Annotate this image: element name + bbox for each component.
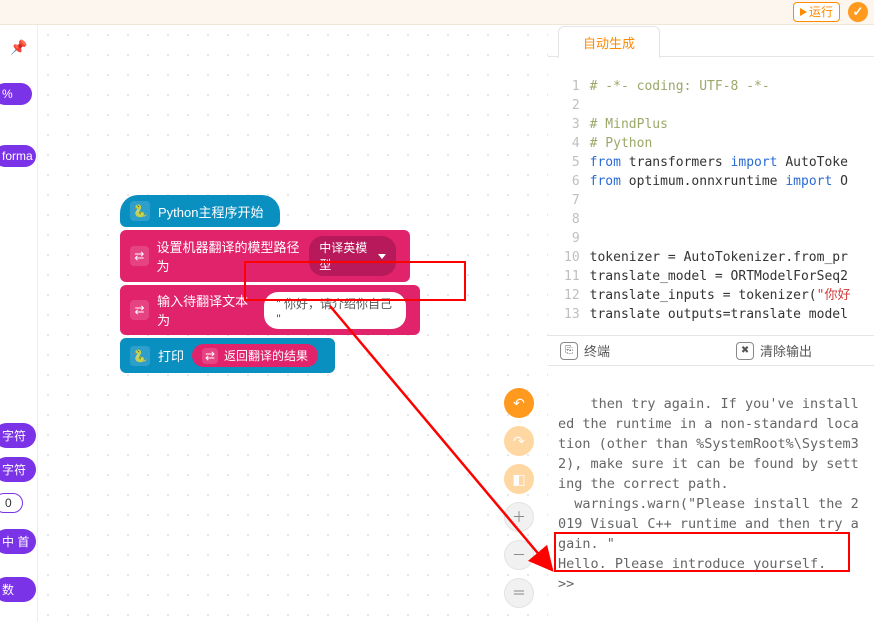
category-pill[interactable]: %	[0, 83, 32, 105]
clear-icon: ✖	[736, 342, 754, 360]
block-return-result[interactable]: ⇄ 返回翻译的结果	[192, 344, 318, 367]
category-pill[interactable]: 中 首	[0, 529, 36, 554]
category-pill[interactable]: 字符	[0, 423, 36, 448]
code-gutter: 12345678910111213	[548, 77, 590, 335]
block-print[interactable]: 🐍 打印 ⇄ 返回翻译的结果	[120, 338, 335, 373]
link-icon: ⎘	[560, 342, 578, 360]
terminal-output: then try again. If you've installed the …	[558, 396, 859, 592]
category-pill[interactable]: 字符	[0, 457, 36, 482]
play-icon	[800, 8, 807, 16]
undo-button[interactable]: ↶	[504, 388, 534, 418]
block-set-model[interactable]: ⇄ 设置机器翻译的模型路径为 中译英模型	[120, 230, 410, 282]
category-pill[interactable]: 数	[0, 577, 36, 602]
translate-icon: ⇄	[130, 300, 149, 320]
run-label: 运行	[809, 3, 833, 21]
crop-button[interactable]: ◧	[504, 464, 534, 494]
block-label: 设置机器翻译的模型路径为	[157, 237, 302, 275]
block-start[interactable]: 🐍 Python主程序开始	[120, 195, 280, 227]
python-icon: 🐍	[130, 346, 150, 366]
fit-button[interactable]: ＝	[504, 578, 534, 608]
block-label: 打印	[158, 346, 184, 365]
translate-icon: ⇄	[130, 246, 149, 266]
block-label: 输入待翻译文本为	[157, 291, 256, 329]
canvas-tools: ↶ ↷ ◧ ＋ － ＝	[504, 388, 534, 608]
block-canvas[interactable]: 🐍 Python主程序开始 ⇄ 设置机器翻译的模型路径为 中译英模型 ⇄ 输入待…	[38, 25, 548, 622]
python-icon: 🐍	[130, 201, 150, 221]
category-pill[interactable]: forma	[0, 145, 36, 167]
inner-label: 返回翻译的结果	[224, 347, 308, 364]
right-pane: 自动生成 12345678910111213 # -*- coding: UTF…	[548, 25, 874, 622]
code-body: # -*- coding: UTF-8 -*-# MindPlus# Pytho…	[590, 77, 857, 335]
zoom-in-button[interactable]: ＋	[504, 502, 534, 532]
terminal-title[interactable]: ⎘ 终端	[560, 341, 610, 360]
block-stack: 🐍 Python主程序开始 ⇄ 设置机器翻译的模型路径为 中译英模型 ⇄ 输入待…	[120, 195, 420, 376]
run-button[interactable]: 运行	[793, 2, 840, 22]
tab-auto-generate[interactable]: 自动生成	[558, 26, 660, 58]
input-text-field[interactable]: " 你好，请介绍你自己 "	[264, 292, 406, 329]
clear-output-button[interactable]: ✖ 清除输出	[736, 341, 812, 360]
pin-icon[interactable]: 📌	[10, 39, 27, 56]
zoom-out-button[interactable]: －	[504, 540, 534, 570]
translate-icon: ⇄	[202, 348, 218, 364]
dropdown-value: 中译英模型	[319, 239, 374, 273]
terminal-header: ⎘ 终端 ✖ 清除输出	[548, 335, 874, 366]
model-dropdown[interactable]: 中译英模型	[309, 236, 396, 276]
topbar: 运行 ✓	[0, 0, 874, 25]
redo-button[interactable]: ↷	[504, 426, 534, 456]
tab-row: 自动生成	[548, 25, 874, 57]
status-check-icon[interactable]: ✓	[848, 2, 868, 22]
block-label: Python主程序开始	[158, 202, 263, 221]
count-badge: 0	[0, 493, 23, 513]
code-editor[interactable]: 12345678910111213 # -*- coding: UTF-8 -*…	[548, 57, 874, 335]
category-rail: 📌 % forma 字符 字符 0 中 首 数	[0, 25, 38, 622]
terminal-body[interactable]: then try again. If you've installed the …	[548, 366, 874, 622]
block-input-text[interactable]: ⇄ 输入待翻译文本为 " 你好，请介绍你自己 "	[120, 285, 420, 335]
chevron-down-icon	[378, 254, 386, 259]
